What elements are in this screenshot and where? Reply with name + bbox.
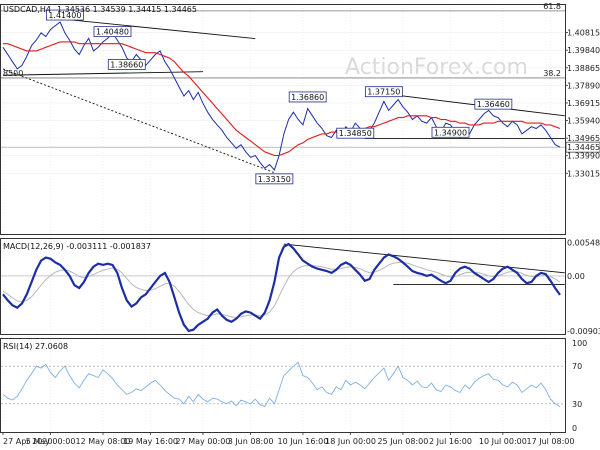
price-y-tick-label: 1.36915 bbox=[567, 99, 600, 108]
x-tick-label: 19 May 16:00 bbox=[123, 437, 178, 446]
price-annotation-label: 1.36460 bbox=[477, 100, 510, 109]
rsi-y-tick-label: 0 bbox=[572, 424, 577, 433]
rsi-title: RSI(14) 27.0608 bbox=[3, 342, 68, 351]
price-y-tick-label: 1.37890 bbox=[567, 81, 600, 90]
x-tick-label: 25 Jun 08:00 bbox=[377, 437, 428, 446]
panel-frame-1 bbox=[0, 4, 566, 235]
price-annotation-label: 1.36860 bbox=[291, 93, 324, 102]
price-annotation-label: 1.40480 bbox=[96, 28, 129, 37]
macd-y-tick-label: 0.005486 bbox=[567, 238, 600, 247]
price-y-tick-label: 1.40815 bbox=[567, 29, 600, 38]
chart-ohlc: 1.34536 1.34539 1.34415 1.34465 bbox=[57, 5, 197, 14]
x-tick-label: 10 Jun 16:00 bbox=[278, 437, 329, 446]
price-y-tick-label: 1.34965 bbox=[567, 134, 600, 143]
x-tick-label: 18 Jun 00:00 bbox=[325, 437, 376, 446]
price-annotation-label: 1.37150 bbox=[367, 88, 400, 97]
price-trendline bbox=[64, 18, 256, 40]
macd-line bbox=[2, 242, 561, 333]
rsi-y-tick-label: 100 bbox=[572, 339, 587, 348]
price-y-tick-label: 1.38865 bbox=[567, 64, 600, 73]
fib-label: 38.2 bbox=[543, 69, 561, 78]
rsi-y-tick-label: 30 bbox=[572, 400, 582, 409]
price-annotation-label: 1.34850 bbox=[339, 129, 372, 138]
fib-label: 61.8 bbox=[543, 2, 561, 11]
price-y-tick-label: 1.33015 bbox=[567, 169, 600, 178]
x-tick-label: 3 Jun 08:00 bbox=[228, 437, 274, 446]
rsi-y-tick-label: 70 bbox=[572, 362, 582, 371]
price-y-tick-label: 1.35940 bbox=[567, 117, 600, 126]
price-annotation-label: 1.33150 bbox=[258, 175, 291, 184]
fib-label: 8500 bbox=[3, 69, 23, 78]
x-tick-label: 2 Jul 16:00 bbox=[429, 437, 472, 446]
price-y-tick-label: 1.33990 bbox=[567, 152, 600, 161]
x-tick-label: 17 Jul 08:00 bbox=[526, 437, 574, 446]
forex-chart: ActionForex.com 61.838.285001.414001.404… bbox=[0, 2, 600, 446]
panel-frame-3 bbox=[0, 338, 566, 433]
macd-y-tick-label: 0.00 bbox=[567, 272, 585, 281]
chart-symbol: USDCAD,H4 bbox=[3, 5, 51, 14]
panel-frame-2 bbox=[0, 238, 566, 335]
x-tick-label: 10 Jul 00:00 bbox=[479, 437, 527, 446]
price-y-tick-label: 1.39840 bbox=[567, 46, 600, 55]
macd-y-tick-label: -0.009034 bbox=[567, 327, 600, 336]
x-tick-label: 27 May 00:00 bbox=[176, 437, 231, 446]
signal-line bbox=[2, 262, 561, 319]
rsi-line bbox=[2, 361, 561, 408]
price-annotation-label: 1.34900 bbox=[434, 128, 467, 137]
macd-title: MACD(12,26,9) -0.003111 -0.001837 bbox=[3, 242, 151, 251]
x-tick-label: 5 May 00:00 bbox=[26, 437, 76, 446]
price-annotation-label: 1.38660 bbox=[110, 60, 143, 69]
current-price-label: 1.34465 bbox=[567, 143, 600, 152]
